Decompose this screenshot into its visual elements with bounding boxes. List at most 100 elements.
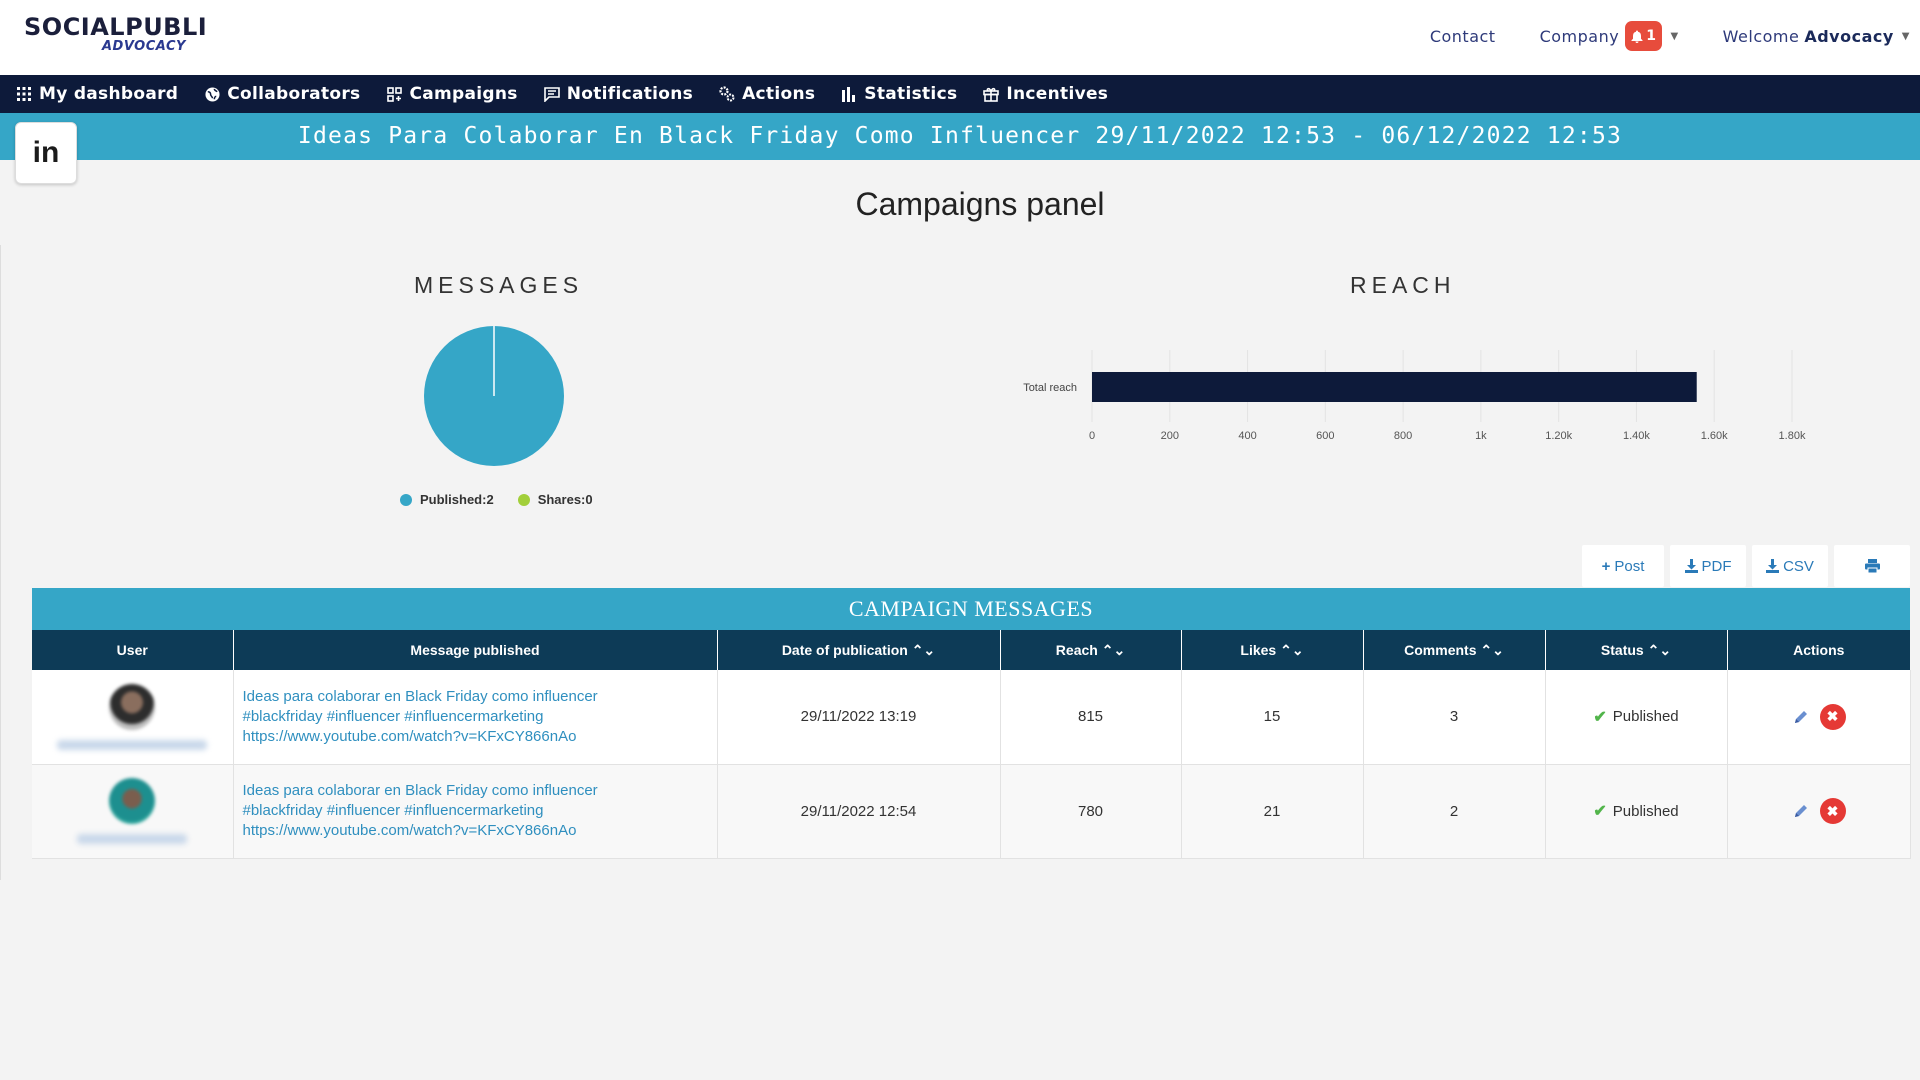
comment-icon	[543, 86, 560, 102]
legend-item-shares[interactable]: Shares:0	[517, 492, 593, 507]
toolbar: + Post PDF CSV	[1576, 545, 1910, 587]
x-tick-label: 1.40k	[1623, 430, 1650, 442]
legend-item-published[interactable]: Published:2	[400, 492, 494, 507]
check-icon: ✔	[1593, 803, 1607, 820]
status-badge: ✔ Published	[1593, 707, 1678, 727]
reach-bar-chart: 0 200 400 600 800 1k 1.20k 1.40k 1.60k 1.80k Total…	[1023, 350, 1806, 442]
sort-icon[interactable]: ⌃⌄	[1648, 642, 1671, 658]
header-label: Likes	[1240, 641, 1277, 658]
likes-cell: 15	[1181, 670, 1364, 765]
sort-icon[interactable]: ⌃⌄	[1102, 642, 1125, 658]
pdf-download-button[interactable]: PDF	[1670, 545, 1746, 587]
contact-link[interactable]: Contact	[1430, 27, 1496, 46]
category-label: Total reach	[1023, 382, 1077, 394]
date-cell: 29/11/2022 12:54	[717, 764, 1001, 859]
message-link[interactable]: https://www.youtube.com/watch?v=KFxCY866…	[243, 727, 717, 747]
globe-icon	[204, 86, 220, 102]
top-links: Contact Company 1 ▼ Welcome Advocacy ▼	[1386, 20, 1910, 52]
csv-download-button[interactable]: CSV	[1752, 545, 1828, 587]
nav-label: Campaigns	[409, 84, 518, 104]
header-label: Date of publication	[781, 641, 908, 658]
company-menu[interactable]: Company 1 ▼	[1540, 21, 1679, 51]
add-post-button[interactable]: + Post	[1582, 545, 1664, 587]
nav-label: Collaborators	[227, 84, 361, 104]
x-tick-label: 1.80k	[1779, 430, 1806, 442]
post-label: Post	[1614, 557, 1645, 575]
column-header-likes[interactable]: Likes ⌃⌄	[1181, 630, 1364, 670]
user-cell[interactable]	[32, 764, 234, 859]
print-button[interactable]	[1834, 545, 1910, 587]
user-name: Advocacy	[1804, 26, 1894, 46]
nav-notifications[interactable]: Notifications	[543, 84, 693, 104]
comments-cell: 3	[1363, 670, 1546, 765]
header-label: Actions	[1793, 642, 1845, 658]
download-icon	[1766, 559, 1780, 573]
column-header-date[interactable]: Date of publication ⌃⌄	[717, 630, 1001, 670]
delete-icon[interactable]: ✖	[1819, 798, 1846, 824]
user-name-blurred	[77, 834, 188, 844]
sort-icon[interactable]: ⌃⌄	[1480, 642, 1503, 658]
message-hashtags: #blackfriday #influencer #influencermark…	[242, 707, 544, 725]
messages-legend: Published:2 Shares:0	[400, 492, 617, 507]
sort-icon[interactable]: ⌃⌄	[1280, 642, 1303, 658]
logo[interactable]: SOCIALPUBLI ADVOCACY	[24, 13, 208, 56]
column-header-user[interactable]: User	[32, 630, 234, 670]
avatar	[109, 683, 156, 730]
column-header-comments[interactable]: Comments ⌃⌄	[1363, 630, 1546, 670]
x-tick-label: 1.60k	[1701, 430, 1728, 442]
reach-cell: 815	[1000, 670, 1182, 765]
logo-text: SOCIALPUBLI	[24, 13, 208, 41]
x-tick-label: 0	[1089, 430, 1095, 442]
nav-campaigns[interactable]: Campaigns	[386, 84, 517, 104]
nav-incentives[interactable]: Incentives	[983, 84, 1108, 104]
table-row: Ideas para colaborar en Black Friday com…	[32, 764, 1911, 859]
nav-label: Statistics	[864, 84, 958, 104]
user-cell[interactable]	[32, 670, 234, 765]
linkedin-icon: in	[15, 122, 77, 184]
delete-icon[interactable]: ✖	[1819, 703, 1846, 730]
actions-cell: ✖	[1727, 764, 1911, 859]
notification-count: 1	[1646, 28, 1657, 44]
message-text: Ideas para colaborar en Black Friday com…	[242, 782, 598, 799]
campaign-banner: Ideas Para Colaborar En Black Friday Com…	[0, 113, 1920, 160]
grid-icon	[16, 86, 32, 102]
nav-collaborators[interactable]: Collaborators	[204, 84, 360, 104]
nav-statistics[interactable]: Statistics	[841, 84, 957, 104]
chevron-down-icon: ▼	[1901, 30, 1910, 42]
column-header-message[interactable]: Message published	[233, 630, 718, 670]
messages-chart-title: MESSAGES	[414, 272, 584, 298]
welcome-label: Welcome	[1722, 26, 1800, 46]
column-header-actions: Actions	[1727, 630, 1910, 670]
edit-icon[interactable]	[1792, 708, 1810, 726]
user-name-blurred	[57, 739, 208, 750]
x-tick-label: 400	[1238, 430, 1256, 442]
column-header-status[interactable]: Status ⌃⌄	[1545, 630, 1728, 670]
download-icon	[1684, 559, 1698, 573]
table-header-row: User Message published Date of publicati…	[32, 630, 1910, 670]
message-cell[interactable]: Ideas para colaborar en Black Friday com…	[233, 764, 718, 859]
user-menu[interactable]: Welcome Advocacy ▼	[1723, 27, 1910, 46]
chevron-down-icon: ▼	[1670, 30, 1679, 42]
bar-total-reach[interactable]	[1092, 372, 1697, 402]
notification-badge[interactable]: 1	[1625, 21, 1663, 51]
legend-dot	[400, 493, 412, 506]
legend-label: Shares:0	[537, 492, 593, 507]
nav-label: Actions	[742, 84, 816, 104]
nav-actions[interactable]: Actions	[719, 84, 815, 104]
message-link[interactable]: https://www.youtube.com/watch?v=KFxCY866…	[243, 821, 717, 841]
print-icon	[1864, 559, 1880, 573]
nav-label: Incentives	[1006, 84, 1109, 104]
table-title: CAMPAIGN MESSAGES	[32, 588, 1910, 630]
message-cell[interactable]: Ideas para colaborar en Black Friday com…	[233, 670, 718, 765]
legend-label: Published:2	[420, 492, 494, 507]
message-text: Ideas para colaborar en Black Friday com…	[242, 687, 598, 705]
status-label: Published	[1612, 708, 1679, 726]
sort-icon[interactable]: ⌃⌄	[912, 642, 935, 658]
status-label: Published	[1612, 802, 1679, 820]
nav-my-dashboard[interactable]: My dashboard	[16, 84, 178, 104]
top-header: SOCIALPUBLI ADVOCACY Contact Company 1 ▼…	[0, 0, 1920, 75]
campaign-messages-section: CAMPAIGN MESSAGES User Message published…	[32, 588, 1911, 859]
column-header-reach[interactable]: Reach ⌃⌄	[1000, 630, 1182, 670]
header-label: Message published	[410, 642, 540, 658]
edit-icon[interactable]	[1792, 802, 1810, 820]
